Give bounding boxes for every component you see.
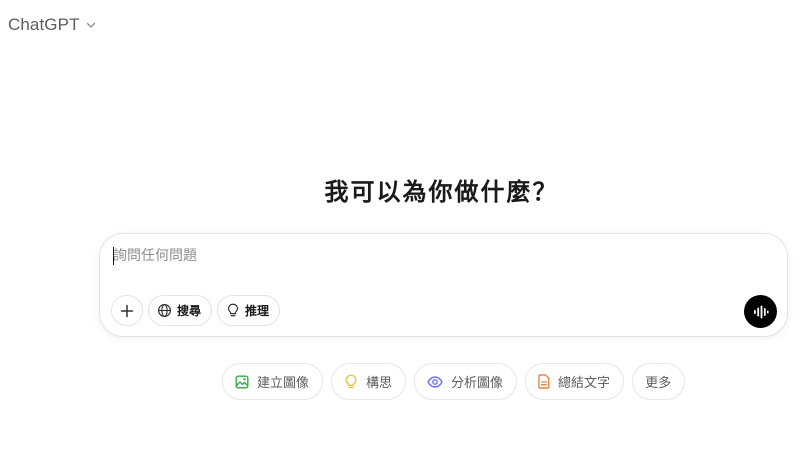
page-title: 我可以為你做什麼？ (324, 178, 559, 206)
suggestion-label: 建立圖像 (257, 376, 310, 391)
plus-icon (120, 304, 134, 318)
suggestion-create-image[interactable]: 建立圖像 (222, 363, 324, 400)
document-icon (538, 374, 550, 389)
globe-icon (157, 303, 172, 318)
prompt-composer: 搜尋 推理 (99, 233, 788, 337)
suggestion-chips: 建立圖像 構思 分析圖像 總結文字 更多 (222, 363, 686, 400)
suggestion-brainstorm[interactable]: 構思 (331, 363, 407, 400)
search-button[interactable]: 搜尋 (148, 295, 213, 326)
suggestion-summarize-text[interactable]: 總結文字 (525, 363, 625, 400)
suggestion-label: 分析圖像 (451, 376, 504, 391)
suggestion-label: 更多 (645, 376, 672, 391)
text-caret (113, 247, 114, 265)
lightbulb-icon (226, 303, 240, 318)
reason-button-label: 推理 (245, 304, 270, 318)
model-name: ChatGPT (8, 15, 80, 34)
voice-waveform-icon (753, 305, 769, 319)
reason-button[interactable]: 推理 (217, 295, 281, 326)
search-button-label: 搜尋 (177, 304, 202, 318)
voice-mode-button[interactable] (744, 295, 777, 328)
suggestion-analyze-image[interactable]: 分析圖像 (414, 363, 518, 400)
composer-tools: 搜尋 推理 (111, 295, 281, 326)
chevron-down-icon (86, 20, 96, 30)
image-icon (235, 375, 249, 389)
eye-icon (427, 375, 443, 388)
add-button[interactable] (111, 295, 143, 326)
model-switcher[interactable]: ChatGPT (8, 13, 96, 37)
lightbulb-icon (344, 374, 358, 390)
suggestion-label: 構思 (366, 376, 393, 391)
suggestion-label: 總結文字 (558, 376, 611, 391)
prompt-input[interactable] (113, 244, 733, 268)
suggestion-more[interactable]: 更多 (632, 363, 686, 400)
